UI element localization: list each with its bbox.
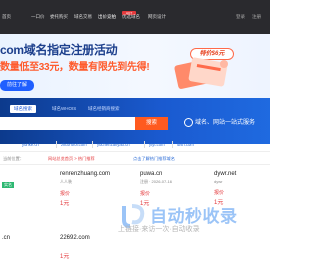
suggested-domain[interactable]: ytyt.com xyxy=(149,142,165,147)
domain-card[interactable]: .cn xyxy=(2,235,10,241)
banner-promo-text: 数量低至33元，数量有限先到先得! xyxy=(0,62,150,73)
nav-premium[interactable]: 优选域名 xyxy=(122,14,140,20)
domain-card[interactable]: 实名 xyxy=(2,173,14,191)
nav-web-design[interactable]: 网页设计 xyxy=(148,14,166,20)
verified-badge: 实名 xyxy=(2,182,14,188)
card-subtitle: dywr xyxy=(214,179,223,184)
banner-headline: com域名指定注册活动 xyxy=(0,43,118,57)
divider xyxy=(92,141,93,148)
watermark-overlay: 自动秒收录 上链接·来访一次·自动收录 xyxy=(118,200,258,236)
divider xyxy=(144,141,145,148)
breadcrumb-prefix: 当前位置： xyxy=(3,156,24,161)
nav-fixed-price[interactable]: 一口价 xyxy=(31,14,45,20)
breadcrumb: 当前位置： 网站总览首页 > 热门推荐 点击了解热门推荐域名 xyxy=(0,151,270,165)
search-input[interactable] xyxy=(0,117,135,130)
breadcrumb-path[interactable]: 网站总览首页 > 热门推荐 xyxy=(48,156,95,162)
card-subtitle: 注册 · 2026-07-16 xyxy=(140,179,173,184)
nav-auction[interactable]: 出价竞拍 xyxy=(98,14,116,20)
search-button[interactable]: 搜索 xyxy=(135,117,168,130)
coupon-illustration xyxy=(174,57,228,89)
card-domain[interactable]: .cn xyxy=(2,235,10,241)
nav-buy-for-me[interactable]: 委托购买 xyxy=(50,14,68,20)
suggested-domain[interactable]: lbsh.com xyxy=(177,142,194,147)
card-price-label: 报价 xyxy=(214,190,225,196)
suggested-domain[interactable]: yuchenzanyao.cn xyxy=(97,142,130,147)
nav-domain-trade[interactable]: 域名交易 xyxy=(74,14,92,20)
globe-icon xyxy=(184,117,193,127)
card-domain[interactable]: puwa.cn xyxy=(140,171,172,177)
domain-card[interactable]: 22692.com 1元 xyxy=(60,235,90,260)
suggested-domains: yunke.cn zlicontrol.com yuchenzanyao.cn … xyxy=(0,140,270,150)
nav-home[interactable]: 首页 xyxy=(2,14,11,20)
suggested-domain[interactable]: zlicontrol.com xyxy=(61,142,87,147)
service-text: 域名、网站一站式服务 xyxy=(195,120,256,126)
register-link[interactable]: 注册 xyxy=(252,14,261,20)
card-price: 1元 xyxy=(60,201,70,207)
login-link[interactable]: 登录 xyxy=(236,14,245,20)
divider xyxy=(56,141,57,148)
card-price-label: 报价 xyxy=(140,191,151,197)
promo-banner[interactable]: com域名指定注册活动 特价$6元 数量低至33元，数量有限先到先得! 前往了解 xyxy=(0,34,270,98)
search-section: 域名搜索 域名WHOIS 域名经销商搜索 搜索 域名、网站一站式服务 xyxy=(0,98,270,144)
card-domain[interactable]: dywr.net xyxy=(214,171,236,177)
card-price: 1元 xyxy=(60,254,70,260)
domain-card[interactable]: renrenzhuang.com 人人装 报价 1元 xyxy=(60,171,110,207)
suggested-domain[interactable]: yunke.cn xyxy=(22,142,39,147)
tab-reseller-search[interactable]: 域名经销商搜索 xyxy=(88,105,120,113)
tab-whois[interactable]: 域名WHOIS xyxy=(52,105,76,113)
learn-more-button[interactable]: 前往了解 xyxy=(0,80,34,91)
top-nav-bar: 首页 一口价 委托购买 域名交易 出价竞拍 HOT 优选域名 网页设计 登录 注… xyxy=(0,0,270,34)
card-domain[interactable]: 22692.com xyxy=(60,235,90,241)
tab-domain-search[interactable]: 域名搜索 xyxy=(10,105,36,113)
watermark-subtitle: 上链接·来访一次·自动收录 xyxy=(118,226,200,233)
service-banner: 域名、网站一站式服务 xyxy=(184,116,255,130)
hot-recommend-link[interactable]: 点击了解热门推荐域名 xyxy=(133,156,175,162)
card-subtitle: 人人装 xyxy=(60,179,72,184)
card-price-label: 报价 xyxy=(60,191,71,197)
card-domain[interactable]: renrenzhuang.com xyxy=(60,171,110,177)
divider xyxy=(172,141,173,148)
